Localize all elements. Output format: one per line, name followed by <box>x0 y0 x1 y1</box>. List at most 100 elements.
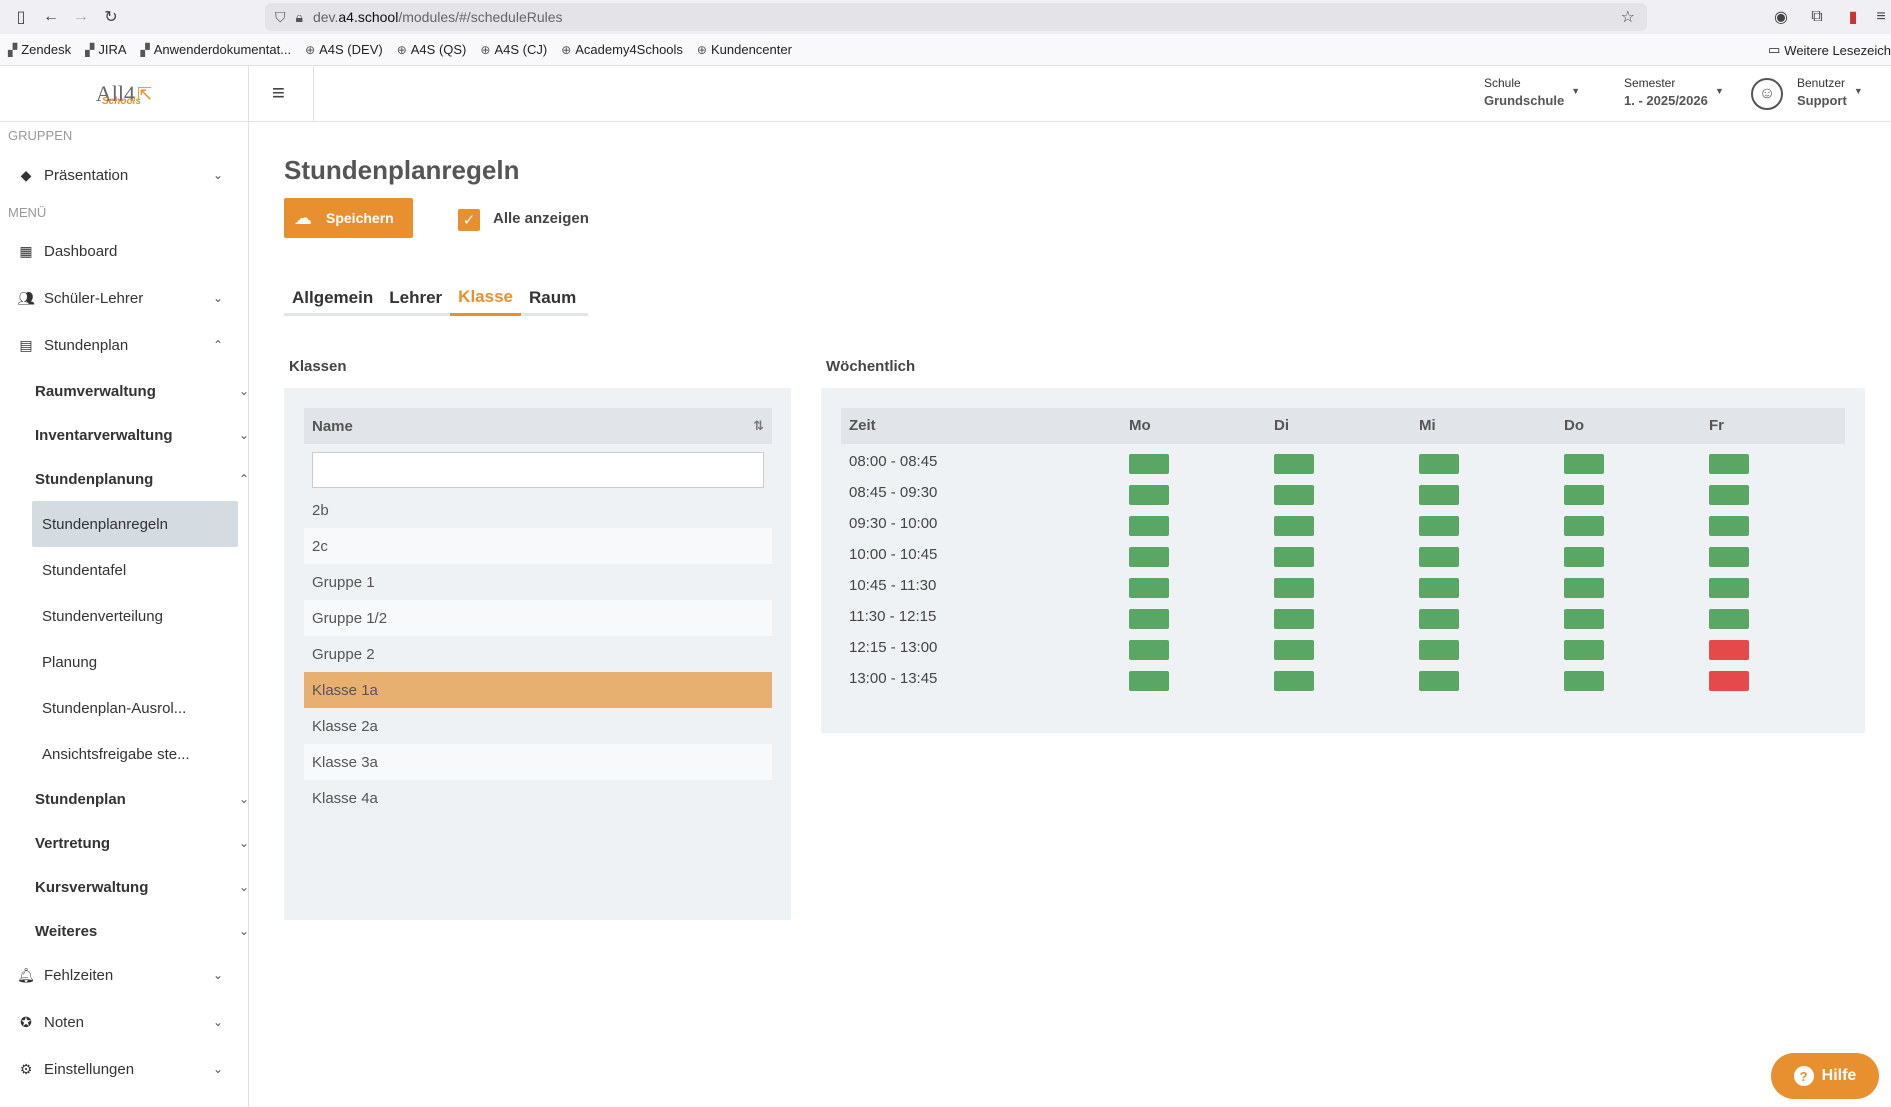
klassen-row[interactable]: Klasse 4a <box>304 780 772 816</box>
sidebar-item-noten[interactable]: ✪ Noten ⌄ <box>0 1002 249 1042</box>
tab-raum[interactable]: Raum <box>521 280 584 316</box>
weekly-slot-available[interactable] <box>1129 516 1169 536</box>
weekly-slot-available[interactable] <box>1419 578 1459 598</box>
account-icon[interactable]: ◉ <box>1766 2 1796 32</box>
sidebar-item-stundenplanung[interactable]: Stundenplanung ⌃ <box>35 459 249 499</box>
sidebar-item-ausrollen[interactable]: Stundenplan-Ausrol... <box>32 685 238 731</box>
weekly-slot-available[interactable] <box>1709 454 1749 474</box>
weekly-slot-available[interactable] <box>1129 671 1169 691</box>
school-selector[interactable]: Schule Grundschule ▼ <box>1484 76 1580 108</box>
bookmark-star-icon[interactable]: ☆ <box>1621 7 1635 27</box>
tab-allgemein[interactable]: Allgemein <box>284 280 381 316</box>
sidebar-item-weiteres[interactable]: Weiteres ⌄ <box>35 911 249 951</box>
logo[interactable]: All4 ⇱ Schools <box>0 66 249 122</box>
weekly-slot-available[interactable] <box>1564 547 1604 567</box>
sidebar-item-praesentation[interactable]: ◆ Präsentation ⌄ <box>0 155 249 195</box>
reload-icon[interactable]: ↻ <box>96 2 126 32</box>
hamburger-icon[interactable]: ≡ <box>272 80 285 106</box>
weekly-slot-available[interactable] <box>1709 578 1749 598</box>
sidebar-item-ansichtsfreigabe[interactable]: Ansichtsfreigabe ste... <box>32 731 238 777</box>
sidebar-item-fehlzeiten[interactable]: 🔔︎ Fehlzeiten ⌄ <box>0 955 249 995</box>
sidebar-item-dashboard[interactable]: ▦ Dashboard <box>0 231 249 271</box>
bookmark-academy[interactable]: ⊕ Academy4Schools <box>561 42 683 57</box>
sidebar-item-stundentafel[interactable]: Stundentafel <box>32 547 238 593</box>
klassen-row[interactable]: Klasse 3a <box>304 744 772 780</box>
klassen-row[interactable]: Gruppe 1/2 <box>304 600 772 636</box>
klassen-row[interactable]: Klasse 2a <box>304 708 772 744</box>
sidebar-item-einstellungen[interactable]: ⚙ Einstellungen ⌄ <box>0 1049 249 1089</box>
weekly-slot-available[interactable] <box>1709 516 1749 536</box>
sidebar-item-kursverwaltung[interactable]: Kursverwaltung ⌄ <box>35 867 249 907</box>
extension-red-icon[interactable]: ▮ <box>1838 2 1868 32</box>
bookmark-docs[interactable]: ▞ Anwenderdokumentat... <box>141 42 292 57</box>
sidebar-item-inventarverwaltung[interactable]: Inventarverwaltung ⌄ <box>35 415 249 455</box>
save-button[interactable]: ☁ Speichern <box>284 198 413 238</box>
sidebar-item-stundenplanregeln[interactable]: Stundenplanregeln <box>32 501 238 547</box>
back-icon[interactable]: ← <box>36 2 66 32</box>
weekly-slot-available[interactable] <box>1564 671 1604 691</box>
weekly-slot-available[interactable] <box>1419 516 1459 536</box>
weekly-slot-available[interactable] <box>1564 485 1604 505</box>
sidebar-item-vertretung[interactable]: Vertretung ⌄ <box>35 823 249 863</box>
weekly-slot-available[interactable] <box>1564 578 1604 598</box>
tab-klasse[interactable]: Klasse <box>450 280 521 316</box>
klassen-row[interactable]: Gruppe 1 <box>304 564 772 600</box>
sort-icon[interactable]: ⇅ <box>753 418 764 434</box>
weekly-slot-available[interactable] <box>1129 640 1169 660</box>
show-all-checkbox[interactable]: ✓ <box>458 209 480 231</box>
tab-lehrer[interactable]: Lehrer <box>381 280 450 316</box>
sidebar-item-schueler-lehrer[interactable]: 👥︎ Schüler-Lehrer ⌄ <box>0 278 249 318</box>
bookmark-a4s-cj[interactable]: ⊕ A4S (CJ) <box>480 42 547 57</box>
menu-icon[interactable]: ≡ <box>1866 2 1891 32</box>
weekly-slot-available[interactable] <box>1564 609 1604 629</box>
bookmark-zendesk[interactable]: ▞ Zendesk <box>8 42 71 57</box>
weekly-slot-available[interactable] <box>1129 547 1169 567</box>
klassen-filter-input[interactable] <box>312 452 764 488</box>
more-bookmarks[interactable]: ▭ Weitere Lesezeich <box>1768 34 1891 66</box>
weekly-slot-available[interactable] <box>1129 454 1169 474</box>
bookmark-jira[interactable]: ▞ JIRA <box>85 42 126 57</box>
weekly-slot-available[interactable] <box>1419 547 1459 567</box>
weekly-slot-available[interactable] <box>1274 454 1314 474</box>
weekly-slot-available[interactable] <box>1129 609 1169 629</box>
weekly-slot-available[interactable] <box>1274 578 1314 598</box>
sidebar-toggle-icon[interactable]: ▯ <box>6 2 36 32</box>
weekly-slot-available[interactable] <box>1274 485 1314 505</box>
weekly-slot-available[interactable] <box>1274 671 1314 691</box>
weekly-slot-available[interactable] <box>1564 454 1604 474</box>
sidebar-item-stundenplan-sub[interactable]: Stundenplan ⌄ <box>35 779 249 819</box>
extensions-icon[interactable]: ⧉ <box>1802 2 1832 32</box>
klassen-row[interactable]: 2b <box>304 492 772 528</box>
weekly-slot-available[interactable] <box>1419 609 1459 629</box>
sidebar-item-raumverwaltung[interactable]: Raumverwaltung ⌄ <box>35 371 249 411</box>
sidebar-item-stundenverteilung[interactable]: Stundenverteilung <box>32 593 238 639</box>
weekly-slot-available[interactable] <box>1709 609 1749 629</box>
klassen-row[interactable]: Gruppe 2 <box>304 636 772 672</box>
klassen-row[interactable]: 2c <box>304 528 772 564</box>
weekly-slot-available[interactable] <box>1419 671 1459 691</box>
weekly-slot-available[interactable] <box>1709 485 1749 505</box>
user-avatar-icon[interactable]: ☺ <box>1751 78 1783 110</box>
user-selector[interactable]: Benutzer Support ▼ <box>1797 76 1863 108</box>
sidebar-item-planung[interactable]: Planung <box>32 639 238 685</box>
weekly-slot-available[interactable] <box>1419 485 1459 505</box>
weekly-slot-available[interactable] <box>1274 640 1314 660</box>
weekly-slot-available[interactable] <box>1274 609 1314 629</box>
weekly-slot-available[interactable] <box>1419 454 1459 474</box>
weekly-slot-available[interactable] <box>1419 640 1459 660</box>
bookmark-a4s-qs[interactable]: ⊕ A4S (QS) <box>397 42 467 57</box>
weekly-slot-available[interactable] <box>1129 485 1169 505</box>
help-button[interactable]: ? Hilfe <box>1771 1053 1879 1099</box>
weekly-slot-available[interactable] <box>1709 547 1749 567</box>
sidebar-item-stundenplan[interactable]: ▤ Stundenplan ⌃ <box>0 325 249 365</box>
bookmark-a4s-dev[interactable]: ⊕ A4S (DEV) <box>305 42 383 57</box>
bookmark-kundencenter[interactable]: ⊕ Kundencenter <box>697 42 792 57</box>
klassen-row[interactable]: Klasse 1a <box>304 672 772 708</box>
weekly-slot-available[interactable] <box>1274 547 1314 567</box>
weekly-slot-available[interactable] <box>1274 516 1314 536</box>
forward-icon[interactable]: → <box>66 2 96 32</box>
weekly-slot-available[interactable] <box>1564 516 1604 536</box>
semester-selector[interactable]: Semester 1. - 2025/2026 ▼ <box>1624 76 1724 108</box>
klassen-header[interactable]: Name ⇅ <box>304 408 772 444</box>
weekly-slot-blocked[interactable] <box>1709 640 1749 660</box>
